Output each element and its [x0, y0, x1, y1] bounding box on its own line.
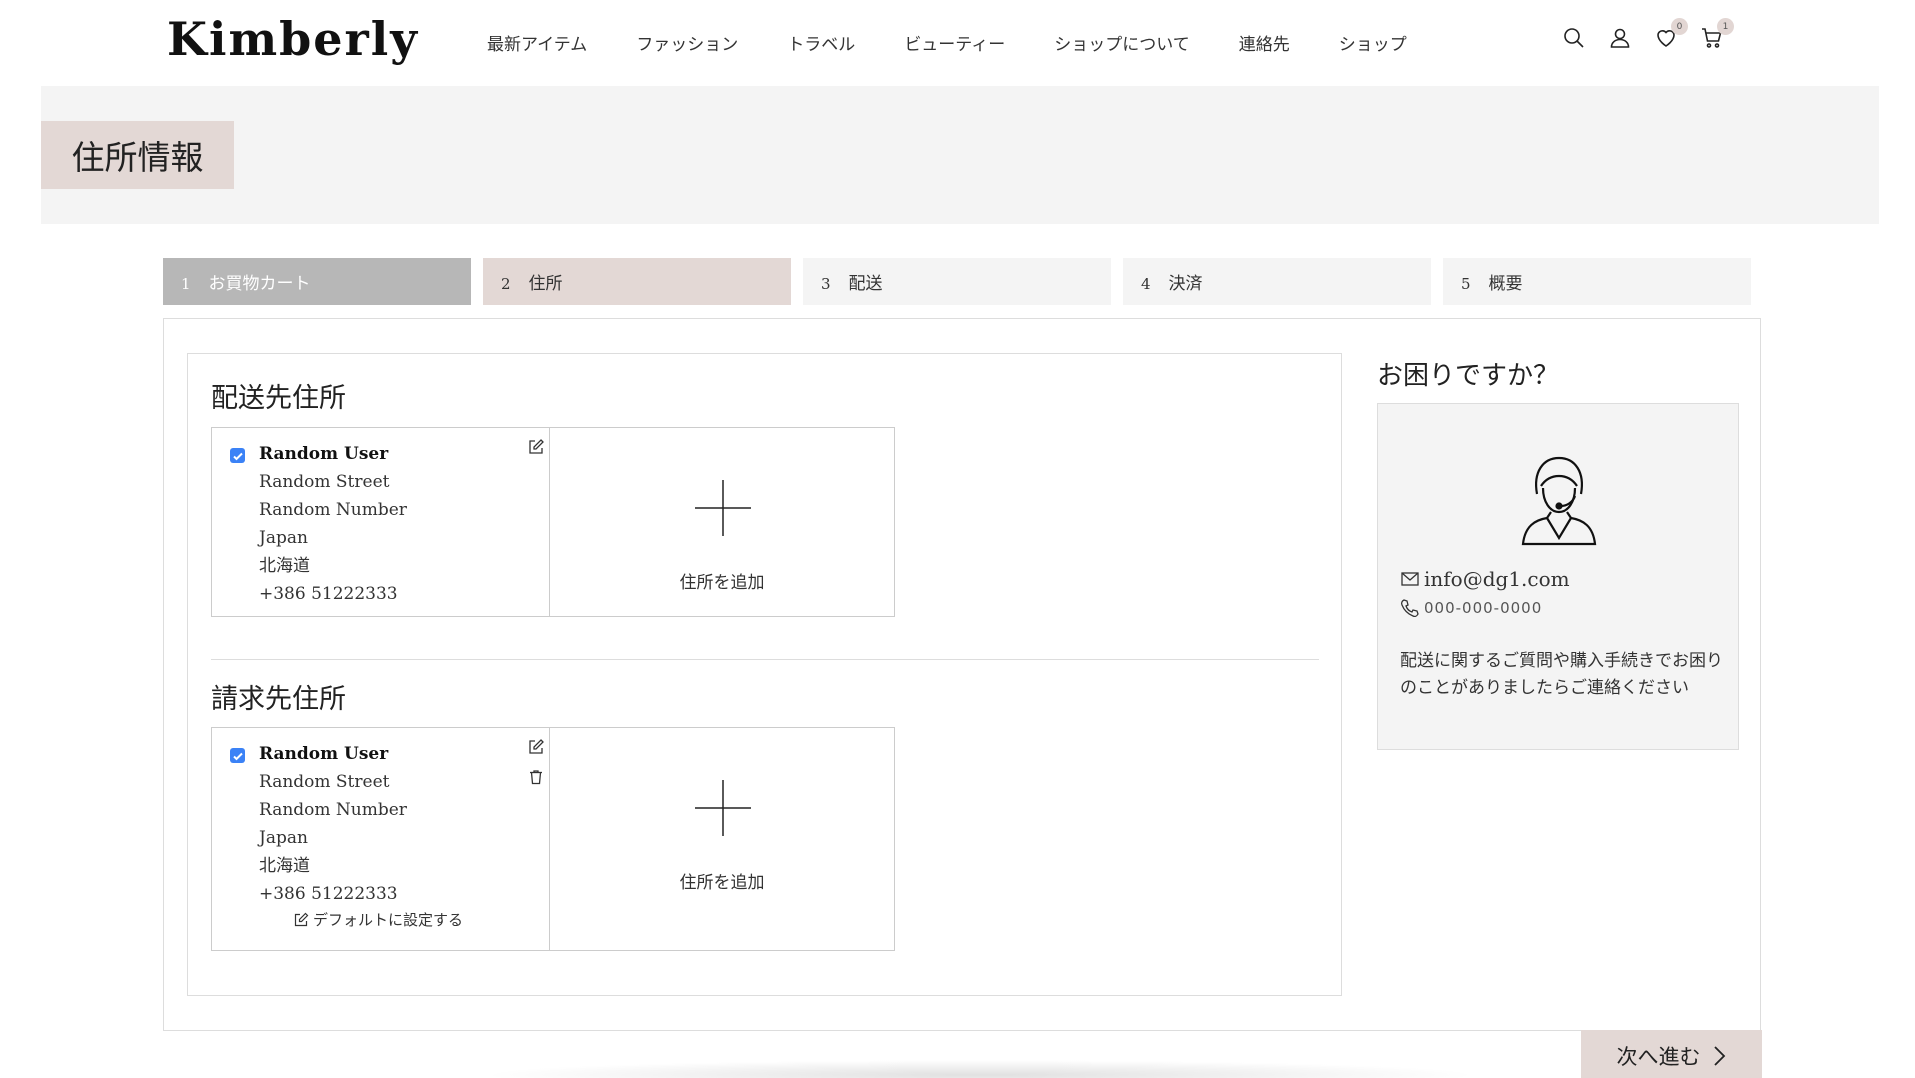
- add-shipping-address-card[interactable]: 住所を追加: [549, 427, 895, 617]
- step-payment[interactable]: 4 決済: [1123, 258, 1431, 305]
- footer-shadow: [480, 1060, 1480, 1078]
- help-email-text: info@dg1.com: [1424, 567, 1570, 591]
- address-number: Random Number: [259, 800, 407, 820]
- address-region: 北海道: [259, 856, 310, 876]
- help-phone[interactable]: 000-000-0000: [1400, 598, 1542, 618]
- nav-item-contact[interactable]: 連絡先: [1239, 30, 1290, 55]
- user-icon[interactable]: [1608, 26, 1632, 50]
- address-panel: 配送先住所 Random User Random Street Random N…: [187, 353, 1342, 996]
- support-agent-icon: [1521, 456, 1597, 546]
- step-summary[interactable]: 5 概要: [1443, 258, 1751, 305]
- step-number: 1: [181, 274, 191, 293]
- address-street: Random Street: [259, 772, 390, 792]
- billing-address-card[interactable]: Random User Random Street Random Number …: [211, 727, 557, 951]
- set-default-button[interactable]: デフォルトに設定する: [293, 909, 463, 930]
- step-address[interactable]: 2 住所: [483, 258, 791, 305]
- plus-icon: [695, 780, 751, 836]
- search-icon[interactable]: [1562, 26, 1586, 50]
- step-label: 決済: [1168, 274, 1203, 294]
- section-divider: [211, 659, 1319, 660]
- logo[interactable]: Kimberly: [167, 12, 419, 66]
- header-icons: 0 1: [1562, 18, 1734, 50]
- page-banner: 住所情報: [41, 86, 1879, 224]
- shipping-address-checkbox[interactable]: [230, 448, 245, 463]
- phone-icon: [1400, 599, 1419, 618]
- address-phone: +386 51222333: [259, 884, 398, 904]
- billing-address-lines: Random User Random Street Random Number …: [259, 740, 407, 908]
- shipping-address-card[interactable]: Random User Random Street Random Number …: [211, 427, 557, 617]
- nav-item-fashion[interactable]: ファッション: [636, 30, 738, 55]
- checkout-steps: 1 お買物カート 2 住所 3 配送 4 決済 5 概要: [163, 258, 1751, 305]
- help-text: 配送に関するご質問や購入手続きでお困りのことがありましたらご連絡ください: [1400, 651, 1723, 698]
- address-number: Random Number: [259, 500, 407, 520]
- add-address-label: 住所を追加: [679, 573, 765, 593]
- main-nav: 最新アイテム ファッション トラベル ビューティー ショップについて 連絡先 シ…: [487, 30, 1456, 55]
- wishlist-count-badge: 0: [1671, 18, 1688, 35]
- next-step-label: 次へ進む: [1616, 1045, 1701, 1069]
- nav-item-new[interactable]: 最新アイテム: [487, 30, 587, 55]
- add-billing-address-card[interactable]: 住所を追加: [549, 727, 895, 951]
- step-shipping[interactable]: 3 配送: [803, 258, 1111, 305]
- nav-item-travel[interactable]: トラベル: [787, 30, 855, 55]
- address-country: Japan: [259, 528, 308, 548]
- address-phone: +386 51222333: [259, 584, 398, 604]
- trash-icon[interactable]: [527, 768, 545, 786]
- help-box: info@dg1.com 000-000-0000 配送に関するご質問や購入手続…: [1377, 403, 1739, 750]
- set-default-label: デフォルトに設定する: [313, 911, 464, 929]
- billing-address-checkbox[interactable]: [230, 748, 245, 763]
- cart-count-badge: 1: [1717, 18, 1734, 35]
- edit-icon[interactable]: [527, 738, 545, 756]
- step-number: 4: [1141, 274, 1151, 293]
- shipping-address-lines: Random User Random Street Random Number …: [259, 440, 407, 608]
- step-label: お買物カート: [208, 274, 311, 294]
- mail-icon: [1401, 572, 1419, 586]
- address-street: Random Street: [259, 472, 390, 492]
- edit-icon[interactable]: [527, 438, 545, 456]
- step-number: 3: [821, 274, 831, 293]
- address-name: Random User: [259, 444, 389, 464]
- step-number: 5: [1461, 274, 1471, 293]
- address-region: 北海道: [259, 556, 310, 576]
- address-country: Japan: [259, 828, 308, 848]
- nav-item-about[interactable]: ショップについて: [1054, 30, 1190, 55]
- page-title: 住所情報: [41, 121, 234, 189]
- nav-item-shop[interactable]: ショップ: [1339, 30, 1407, 55]
- step-label: 配送: [848, 274, 883, 294]
- step-number: 2: [501, 274, 511, 293]
- plus-icon: [695, 480, 751, 536]
- help-email[interactable]: info@dg1.com: [1400, 567, 1570, 591]
- billing-section-title: 請求先住所: [211, 684, 346, 715]
- help-title: お困りですか？: [1377, 361, 1560, 391]
- add-address-label: 住所を追加: [679, 873, 765, 893]
- checkout-container: 配送先住所 Random User Random Street Random N…: [163, 318, 1761, 1031]
- site-header: Kimberly 最新アイテム ファッション トラベル ビューティー ショップに…: [0, 0, 1915, 86]
- step-label: 概要: [1488, 274, 1523, 294]
- chevron-right-icon: [1713, 1046, 1725, 1066]
- shipping-section-title: 配送先住所: [211, 383, 346, 414]
- heart-icon[interactable]: 0: [1654, 18, 1688, 50]
- address-name: Random User: [259, 744, 389, 764]
- help-phone-text: 000-000-0000: [1424, 599, 1543, 617]
- cart-icon[interactable]: 1: [1700, 18, 1734, 50]
- edit-icon: [294, 912, 309, 926]
- step-cart[interactable]: 1 お買物カート: [163, 258, 471, 305]
- nav-item-beauty[interactable]: ビューティー: [904, 30, 1005, 55]
- step-label: 住所: [528, 274, 563, 294]
- next-step-button[interactable]: 次へ進む: [1581, 1030, 1762, 1078]
